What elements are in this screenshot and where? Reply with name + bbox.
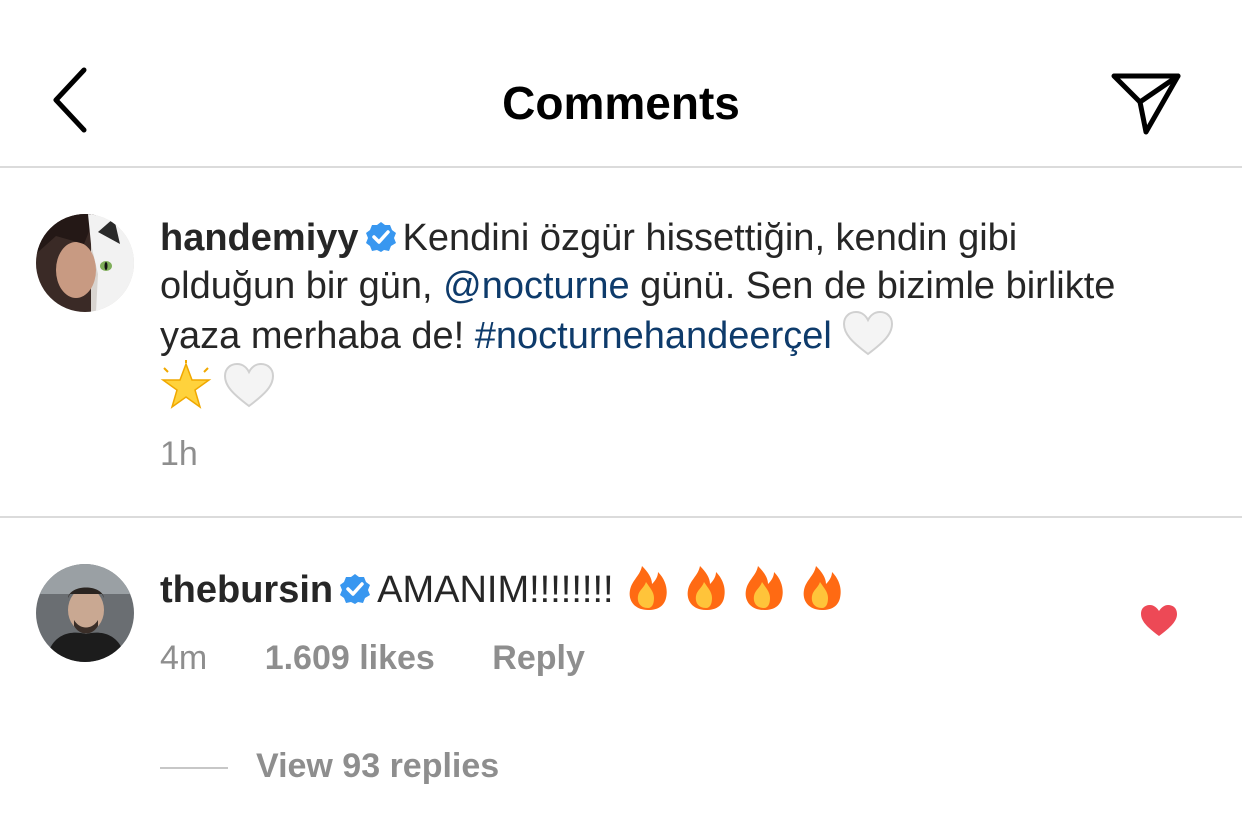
caption-text: handemiyy Kendini özgür hissettiğin, ken… — [160, 214, 1160, 412]
glowing-star-icon — [160, 360, 212, 409]
hashtag-link[interactable]: #nocturnehandeerçel — [475, 315, 832, 357]
caption: handemiyy Kendini özgür hissettiğin, ken… — [0, 170, 1242, 518]
caption-meta: 1h — [160, 434, 246, 474]
comment-body: AMANIM!!!!!!!! — [377, 569, 614, 611]
fire-icon — [803, 566, 841, 610]
comment-item: thebursin AMANIM!!!!!!!! 4m 1.609 likes … — [0, 520, 1242, 825]
fire-icon — [629, 566, 667, 610]
comment-timestamp: 4m — [160, 639, 208, 677]
white-heart-icon — [223, 362, 274, 408]
avatar-image — [36, 564, 134, 662]
verified-badge-icon — [340, 574, 371, 604]
verified-badge-icon — [365, 222, 396, 252]
avatar[interactable] — [36, 214, 134, 312]
white-heart-icon — [843, 310, 894, 356]
likes-count[interactable]: 1.609 likes — [265, 639, 435, 677]
comment-meta: 4m 1.609 likes Reply — [160, 638, 633, 678]
reply-button[interactable]: Reply — [492, 639, 585, 677]
share-button[interactable] — [1106, 66, 1186, 140]
avatar[interactable] — [36, 564, 134, 662]
comment-username[interactable]: thebursin — [160, 569, 333, 611]
paper-plane-icon — [1111, 73, 1181, 135]
replies-divider-line — [160, 767, 228, 770]
view-replies-label: View 93 replies — [256, 747, 500, 785]
avatar-image — [36, 214, 134, 312]
caption-timestamp: 1h — [160, 435, 198, 473]
fire-icon — [745, 566, 783, 610]
view-replies-button[interactable]: View 93 replies — [160, 746, 499, 786]
mention-link[interactable]: @nocturne — [443, 265, 629, 307]
caption-username[interactable]: handemiyy — [160, 217, 359, 259]
comment-text: thebursin AMANIM!!!!!!!! — [160, 560, 1160, 614]
heart-filled-icon — [1141, 605, 1177, 636]
fire-icon — [687, 566, 725, 610]
header-bar: Comments — [0, 0, 1242, 168]
like-button[interactable] — [1140, 604, 1178, 638]
page-title: Comments — [502, 77, 740, 129]
